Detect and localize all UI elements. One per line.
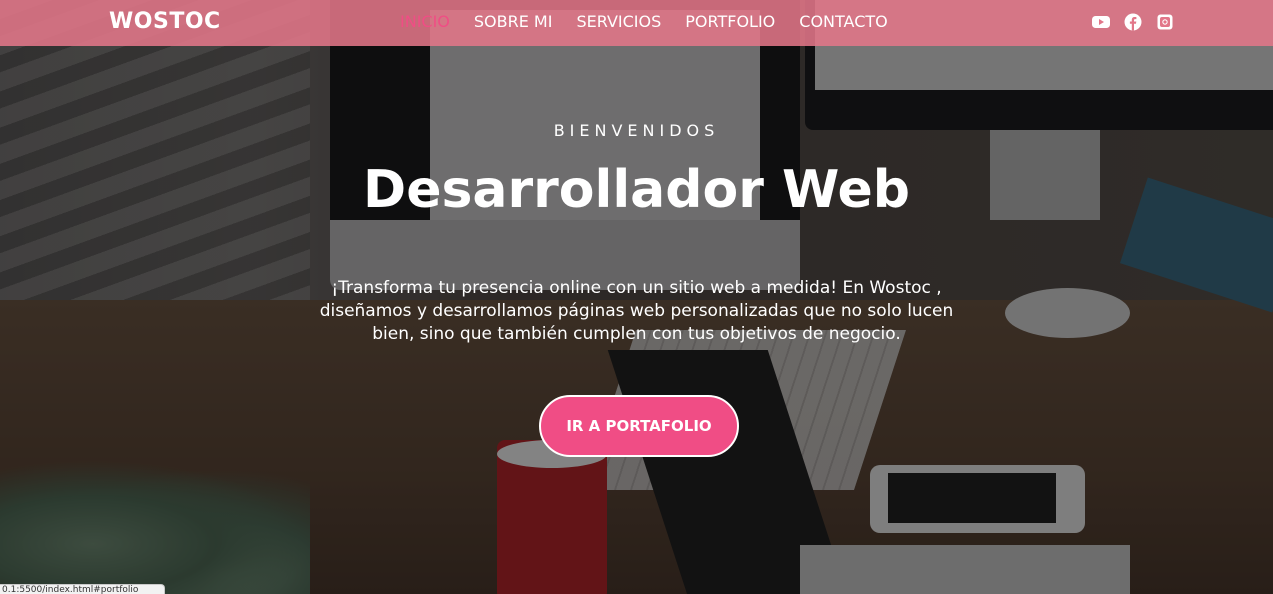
brand-logo[interactable]: WOSTOC xyxy=(109,9,221,34)
hero-section: WOSTOC INICIO SOBRE MI SERVICIOS PORTFOL… xyxy=(0,0,1273,594)
instagram-icon[interactable] xyxy=(1156,13,1174,31)
hero-content: BIENVENIDOS Desarrollador Web ¡Transform… xyxy=(0,0,1273,594)
main-nav: INICIO SOBRE MI SERVICIOS PORTFOLIO CONT… xyxy=(400,12,888,31)
facebook-icon[interactable] xyxy=(1124,13,1142,31)
social-links xyxy=(1092,13,1174,31)
nav-link-contacto[interactable]: CONTACTO xyxy=(799,12,887,31)
nav-link-portfolio[interactable]: PORTFOLIO xyxy=(685,12,775,31)
navbar: WOSTOC INICIO SOBRE MI SERVICIOS PORTFOL… xyxy=(0,0,1273,46)
nav-link-sobre-mi[interactable]: SOBRE MI xyxy=(474,12,553,31)
hero-eyebrow: BIENVENIDOS xyxy=(553,121,720,140)
nav-link-inicio[interactable]: INICIO xyxy=(400,12,450,31)
nav-link-servicios[interactable]: SERVICIOS xyxy=(576,12,661,31)
hero-title: Desarrollador Web xyxy=(363,160,910,220)
browser-status-url: 0.1:5500/index.html#portfolio xyxy=(0,584,165,594)
youtube-icon[interactable] xyxy=(1092,13,1110,31)
hero-description: ¡Transforma tu presencia online con un s… xyxy=(319,278,954,344)
portfolio-button[interactable]: IR A PORTAFOLIO xyxy=(539,395,739,457)
